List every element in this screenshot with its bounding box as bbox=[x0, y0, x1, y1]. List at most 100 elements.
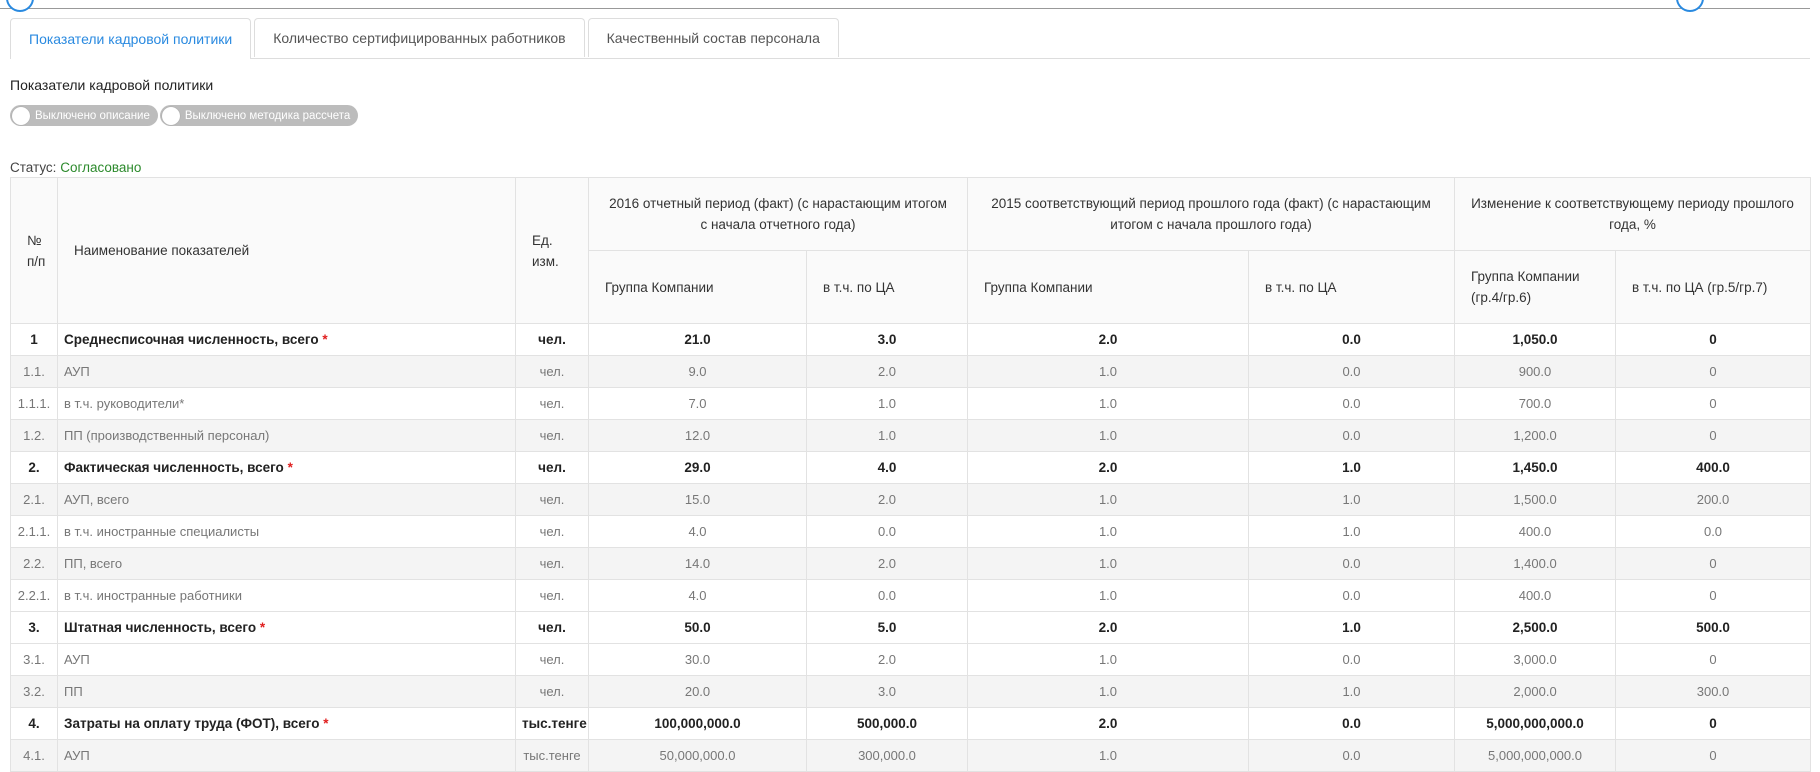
header-prev-group: Группа Компании bbox=[967, 250, 1249, 324]
row-prev-ca: 0.0 bbox=[1248, 739, 1455, 772]
row-no: 1.1. bbox=[10, 355, 58, 388]
status-line: Статус: Согласовано bbox=[10, 160, 141, 175]
row-cur-group: 4.0 bbox=[588, 579, 807, 612]
top-divider bbox=[0, 8, 1810, 9]
tab-staff-composition[interactable]: Качественный состав персонала bbox=[587, 18, 839, 57]
row-chg-ca: 0 bbox=[1614, 355, 1812, 388]
row-cur-group-text: 9.0 bbox=[688, 364, 707, 379]
row-prev-ca-text: 0.0 bbox=[1342, 332, 1361, 347]
row-cur-ca: 2.0 bbox=[806, 643, 968, 676]
row-prev-group: 1.0 bbox=[967, 483, 1249, 516]
row-name: ПП bbox=[57, 675, 516, 708]
row-no-text: 3.1. bbox=[23, 652, 45, 667]
row-name: АУП bbox=[57, 739, 516, 772]
toggle-knob bbox=[161, 106, 180, 125]
description-toggle[interactable]: Выключено описание bbox=[10, 105, 158, 126]
row-no: 2. bbox=[10, 451, 58, 484]
header-prev-ca: в т.ч. по ЦА bbox=[1248, 250, 1455, 324]
status-label: Статус: bbox=[10, 160, 57, 175]
row-prev-group: 1.0 bbox=[967, 579, 1249, 612]
row-prev-group: 2.0 bbox=[967, 323, 1249, 356]
row-chg-group-text: 3,000.0 bbox=[1513, 652, 1557, 667]
row-no-text: 3.2. bbox=[23, 684, 45, 699]
row-chg-group: 1,500.0 bbox=[1454, 483, 1616, 516]
row-chg-ca-text: 0 bbox=[1709, 556, 1717, 571]
row-unit: тыс.тенге bbox=[515, 739, 589, 772]
row-cur-group-text: 21.0 bbox=[684, 332, 711, 347]
methodology-toggle[interactable]: Выключено методика рассчета bbox=[159, 105, 359, 126]
methodology-toggle-label: Выключено методика рассчета bbox=[184, 109, 351, 122]
table-row: 4. Затраты на оплату труда (ФОТ), всего *… bbox=[10, 707, 1812, 740]
row-prev-ca-text: 0.0 bbox=[1342, 716, 1361, 731]
table-row: 1.1.1. в т.ч. руководители* чел. 7.0 1.0 1.0… bbox=[10, 387, 1812, 420]
row-chg-group-text: 700.0 bbox=[1518, 396, 1552, 411]
row-chg-ca-text: 0 bbox=[1709, 396, 1717, 411]
row-cur-ca-text: 2.0 bbox=[877, 556, 897, 571]
table-row: 3. Штатная численность, всего * чел. 50.0 5.… bbox=[10, 611, 1812, 644]
row-prev-group: 2.0 bbox=[967, 611, 1249, 644]
row-chg-group: 1,200.0 bbox=[1454, 419, 1616, 452]
row-name: АУП, всего bbox=[57, 483, 516, 516]
row-cur-group-text: 14.0 bbox=[684, 556, 711, 571]
row-name-text: АУП bbox=[64, 364, 90, 379]
row-cur-ca: 500,000.0 bbox=[806, 707, 968, 740]
row-prev-ca-text: 0.0 bbox=[1342, 428, 1361, 443]
row-unit-text: чел. bbox=[539, 556, 565, 571]
toggle-knob bbox=[12, 106, 30, 125]
row-chg-group-text: 1,400.0 bbox=[1513, 556, 1557, 571]
row-chg-group: 900.0 bbox=[1454, 355, 1616, 388]
row-chg-group: 3,000.0 bbox=[1454, 643, 1616, 676]
row-chg-ca: 0 bbox=[1614, 387, 1812, 420]
indicators-table: № п/п Наименование показателей Ед. изм. … bbox=[10, 177, 1812, 772]
row-prev-group-text: 1.0 bbox=[1098, 556, 1118, 571]
row-cur-ca-text: 2.0 bbox=[877, 364, 897, 379]
row-chg-group: 1,050.0 bbox=[1454, 323, 1616, 356]
row-chg-group-text: 900.0 bbox=[1518, 364, 1552, 379]
header-cur-ca: в т.ч. по ЦА bbox=[806, 250, 968, 324]
table-row: 4.1. АУП тыс.тенге 50,000,000.0 300,000.0 1.… bbox=[10, 739, 1812, 772]
row-chg-group: 400.0 bbox=[1454, 515, 1616, 548]
row-prev-ca-text: 0.0 bbox=[1342, 364, 1361, 379]
row-unit-text: чел. bbox=[539, 396, 565, 411]
row-prev-ca-text: 1.0 bbox=[1342, 492, 1361, 507]
row-name: АУП bbox=[57, 643, 516, 676]
row-chg-ca-text: 0 bbox=[1709, 652, 1717, 667]
row-prev-ca: 0.0 bbox=[1248, 643, 1455, 676]
row-no-text: 1.1. bbox=[23, 364, 45, 379]
row-prev-group: 1.0 bbox=[967, 515, 1249, 548]
row-chg-ca-text: 0 bbox=[1709, 588, 1717, 603]
row-unit-text: чел. bbox=[538, 332, 566, 347]
row-no: 4.1. bbox=[10, 739, 58, 772]
row-prev-ca-text: 1.0 bbox=[1342, 684, 1361, 699]
row-prev-group: 1.0 bbox=[967, 419, 1249, 452]
row-no: 4. bbox=[10, 707, 58, 740]
row-no: 3. bbox=[10, 611, 58, 644]
row-no: 1 bbox=[10, 323, 58, 356]
row-no: 1.1.1. bbox=[10, 387, 58, 420]
row-chg-ca: 0 bbox=[1614, 419, 1812, 452]
row-cur-ca-text: 4.0 bbox=[877, 460, 897, 475]
row-unit-text: чел. bbox=[538, 620, 566, 635]
row-name-text: ПП, всего bbox=[64, 556, 123, 571]
header-chg-ca: в т.ч. по ЦА (гр.5/гр.7) bbox=[1614, 250, 1812, 324]
row-name-text: ПП (производственный персонал) bbox=[64, 428, 270, 443]
row-cur-group: 12.0 bbox=[588, 419, 807, 452]
row-chg-group-text: 5,000,000,000.0 bbox=[1486, 716, 1584, 731]
section-title: Показатели кадровой политики bbox=[10, 77, 214, 93]
row-prev-group: 1.0 bbox=[967, 387, 1249, 420]
required-marker: * bbox=[323, 716, 329, 731]
row-cur-group: 21.0 bbox=[588, 323, 807, 356]
tab-hr-policy[interactable]: Показатели кадровой политики bbox=[10, 18, 252, 59]
row-unit-text: чел. bbox=[539, 684, 565, 699]
row-prev-group-text: 1.0 bbox=[1098, 588, 1118, 603]
row-unit: чел. bbox=[515, 643, 589, 676]
row-prev-ca: 0.0 bbox=[1248, 579, 1455, 612]
row-prev-ca: 1.0 bbox=[1248, 515, 1455, 548]
row-cur-group: 7.0 bbox=[588, 387, 807, 420]
row-prev-ca-text: 1.0 bbox=[1342, 460, 1361, 475]
header-unit: Ед. изм. bbox=[515, 177, 589, 324]
row-prev-group: 1.0 bbox=[967, 643, 1249, 676]
row-unit-text: чел. bbox=[539, 428, 565, 443]
row-name: Фактическая численность, всего * bbox=[57, 451, 516, 484]
tab-certified-workers[interactable]: Количество сертифицированных работников bbox=[254, 18, 585, 57]
